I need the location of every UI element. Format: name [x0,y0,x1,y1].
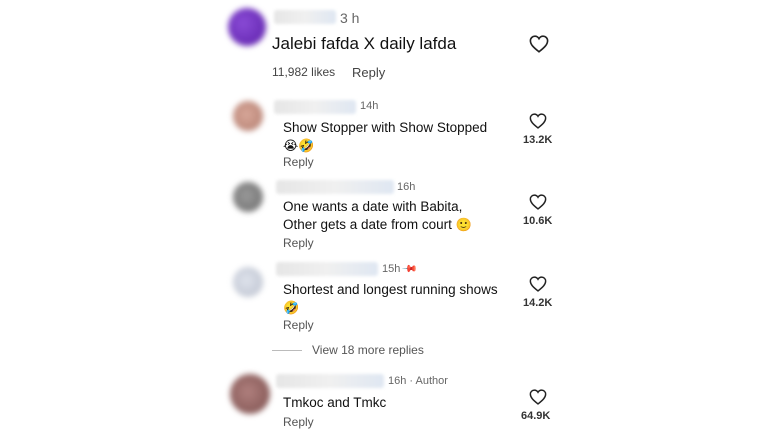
avatar[interactable] [233,101,263,131]
comment-line: Show Stopper with Show Stopped [283,120,488,135]
comment-time: 15h📌 [382,261,418,278]
avatar[interactable] [230,374,270,414]
heart-icon[interactable] [529,389,547,405]
username-blurred [276,262,378,276]
avatar[interactable] [228,8,266,46]
view-more-label: View 18 more replies [312,343,424,357]
heart-icon[interactable] [529,276,547,292]
comment-line: One wants a date with Babita, [283,199,463,214]
comment-text: Show Stopper with Show Stopped 😭🤣 [283,119,487,155]
emoji: 🤣 [283,300,300,315]
comment-text: One wants a date with Babita, Other gets… [283,198,472,234]
reply-button[interactable]: Reply [283,318,314,332]
heart-icon[interactable] [529,35,549,53]
comment-time: 14h [360,100,379,112]
username-blurred [276,374,384,388]
comment-text: Tmkoc and Tmkc [283,395,387,410]
like-count: 10.6K [523,215,553,227]
comment-text: Shortest and longest running shows 🤣 [283,281,498,317]
emoji: 😭🤣 [283,138,315,153]
like-count: 14.2K [523,297,553,309]
username-blurred [274,100,356,114]
likes-count: 11,982 likes [272,65,336,79]
comment-time-text: 16h [388,375,407,387]
reply-button[interactable]: Reply [283,236,314,250]
username-blurred [276,180,394,194]
comment-time-text: 15h [382,263,401,275]
author-badge: · Author [409,375,448,387]
view-more-replies[interactable]: View 18 more replies [272,343,424,357]
comment-time: 16h · Author [388,375,448,387]
comment-text: Jalebi fafda X daily lafda [272,34,457,53]
heart-icon[interactable] [529,113,547,129]
comment-line: Other gets a date from court [283,217,452,232]
reply-button[interactable]: Reply [283,155,314,169]
divider-line [272,349,302,351]
pin-icon: 📌 [401,261,418,278]
avatar[interactable] [233,182,263,212]
like-count: 64.9K [521,410,551,422]
reply-button[interactable]: Reply [283,415,314,429]
reply-button[interactable]: Reply [352,65,385,80]
comment-line: Shortest and longest running shows [283,282,498,297]
emoji: 🙂 [455,217,472,232]
avatar[interactable] [233,267,263,297]
like-count: 13.2K [523,134,553,146]
heart-icon[interactable] [529,194,547,210]
comment-time: 16h [397,181,416,193]
comment-time: 3 h [340,10,360,26]
username-blurred [274,10,336,24]
